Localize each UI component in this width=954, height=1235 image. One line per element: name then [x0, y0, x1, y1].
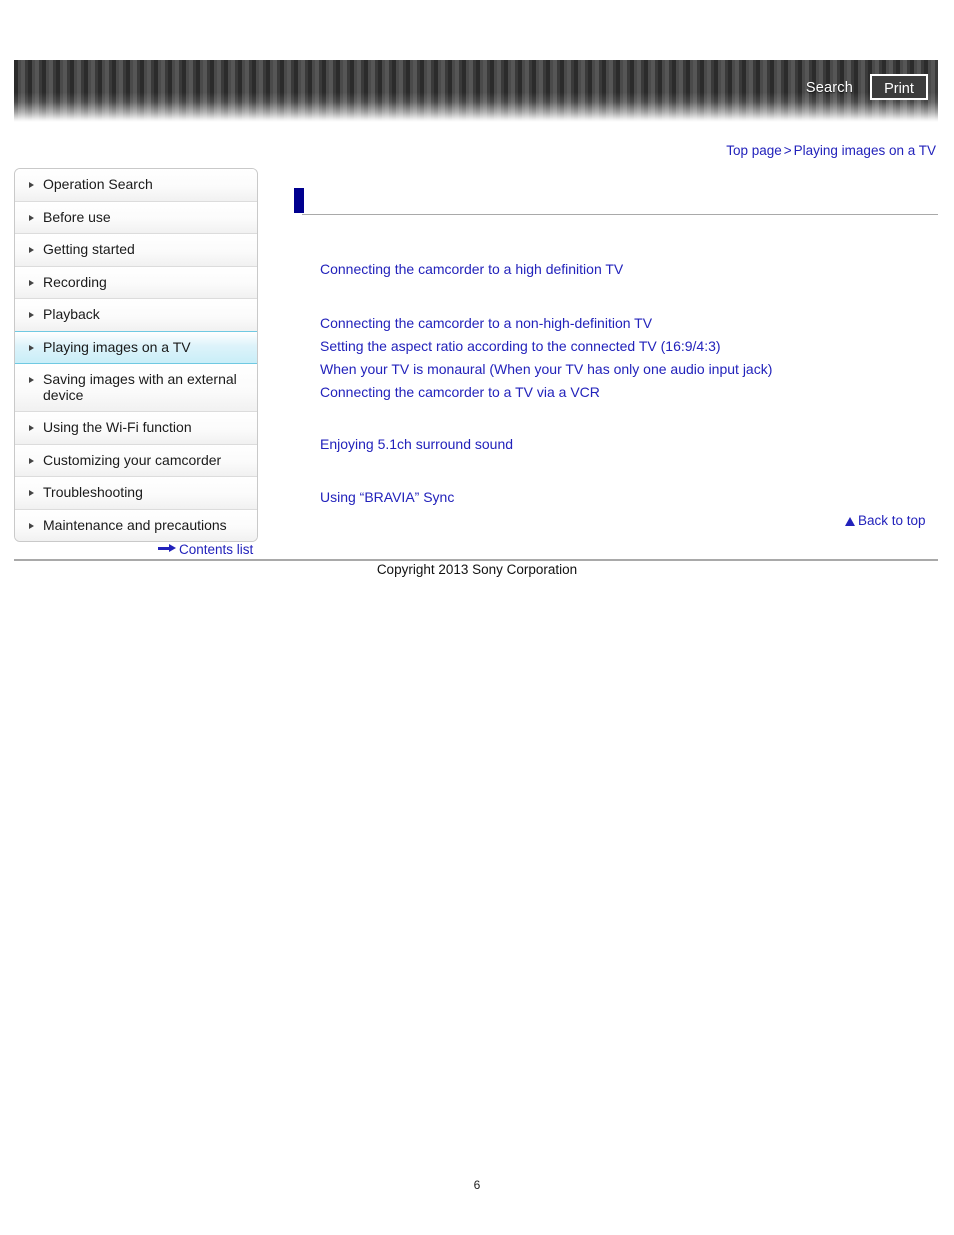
banner-controls: Search Print: [14, 60, 938, 122]
breadcrumb: Top page > Playing images on a TV: [726, 143, 936, 158]
print-button[interactable]: Print: [870, 74, 928, 100]
main-content: Connecting the camcorder to a high defin…: [294, 188, 938, 528]
sidebar-item-label: Customizing your camcorder: [43, 451, 222, 468]
chevron-right-icon: [29, 377, 34, 383]
sidebar-item-label: Operation Search: [43, 176, 153, 192]
link-connecting-high-definition-tv[interactable]: Connecting the camcorder to a high defin…: [320, 258, 623, 281]
chevron-right-icon: [29, 344, 34, 351]
sidebar-item-customizing-your-camcorder[interactable]: Customizing your camcorder: [15, 444, 257, 477]
sidebar-item-operation-search[interactable]: Operation Search: [15, 169, 257, 202]
chevron-right-icon: [29, 247, 34, 253]
copyright-text: Copyright 2013 Sony Corporation: [376, 562, 578, 577]
contents-list-link[interactable]: Contents list: [158, 541, 253, 557]
page-title-row: [294, 188, 938, 218]
link-enjoying-surround-sound[interactable]: Enjoying 5.1ch surround sound: [320, 433, 513, 456]
title-marker-icon: [294, 188, 304, 213]
sidebar-item-troubleshooting[interactable]: Troubleshooting: [15, 477, 257, 510]
sidebar-item-getting-started[interactable]: Getting started: [15, 234, 257, 267]
sidebar-item-label: Troubleshooting: [43, 484, 143, 500]
footer-divider: [14, 559, 938, 561]
header-banner: Search Print: [14, 60, 938, 122]
chevron-right-icon: [29, 425, 34, 431]
link-group-high-definition: Connecting the camcorder to a high defin…: [320, 258, 623, 281]
chevron-right-icon: [29, 312, 34, 318]
link-connecting-non-high-definition-tv[interactable]: Connecting the camcorder to a non-high-d…: [320, 312, 772, 335]
link-group-surround-sound: Enjoying 5.1ch surround sound: [320, 433, 513, 456]
link-connecting-tv-via-vcr[interactable]: Connecting the camcorder to a TV via a V…: [320, 381, 772, 404]
sidebar-item-before-use[interactable]: Before use: [15, 201, 257, 234]
chevron-right-icon: [29, 457, 34, 464]
sidebar-item-label: Playback: [43, 306, 100, 322]
sidebar-item-label: Recording: [43, 273, 107, 290]
search-button[interactable]: Search: [806, 80, 853, 96]
breadcrumb-separator: >: [783, 143, 792, 158]
back-to-top-label: Back to top: [858, 513, 926, 528]
link-using-bravia-sync[interactable]: Using “BRAVIA” Sync: [320, 486, 454, 509]
link-group-bravia-sync: Using “BRAVIA” Sync: [320, 486, 454, 509]
breadcrumb-top-page-link[interactable]: Top page: [726, 143, 782, 158]
chevron-right-icon: [29, 214, 34, 221]
contents-list-label: Contents list: [179, 541, 254, 557]
sidebar-item-saving-images-with-an-external-device[interactable]: Saving images with an external device: [15, 364, 257, 412]
sidebar-item-playback[interactable]: Playback: [15, 299, 257, 332]
chevron-right-icon: [29, 490, 34, 496]
link-when-tv-is-monaural[interactable]: When your TV is monaural (When your TV h…: [320, 358, 772, 381]
sidebar-item-using-the-wifi-function[interactable]: Using the Wi-Fi function: [15, 412, 257, 445]
sidebar-item-maintenance-and-precautions[interactable]: Maintenance and precautions: [15, 509, 257, 541]
triangle-up-icon: [845, 517, 855, 526]
sidebar-item-label: Using the Wi-Fi function: [43, 419, 192, 435]
page-number: 6: [473, 1178, 481, 1192]
breadcrumb-current-page: Playing images on a TV: [793, 143, 936, 158]
chevron-right-icon: [29, 182, 34, 188]
sidebar-navigation: Operation Search Before use Getting star…: [14, 168, 258, 542]
sidebar-item-label: Maintenance and precautions: [43, 516, 227, 533]
link-group-non-high-definition: Connecting the camcorder to a non-high-d…: [320, 312, 772, 404]
sidebar-item-label: Saving images with an external device: [43, 371, 237, 403]
sidebar-item-label: Playing images on a TV: [43, 338, 191, 355]
back-to-top-link[interactable]: Back to top: [845, 513, 926, 528]
sidebar-item-recording[interactable]: Recording: [15, 266, 257, 299]
sidebar-item-label: Before use: [43, 208, 111, 225]
link-setting-aspect-ratio[interactable]: Setting the aspect ratio according to th…: [320, 335, 772, 358]
title-divider: [302, 214, 938, 215]
sidebar-item-playing-images-on-a-tv[interactable]: Playing images on a TV: [15, 330, 257, 364]
chevron-right-icon: [29, 522, 34, 529]
sidebar-item-label: Getting started: [43, 241, 135, 257]
chevron-right-icon: [29, 279, 34, 286]
arrow-right-icon: [158, 544, 176, 553]
